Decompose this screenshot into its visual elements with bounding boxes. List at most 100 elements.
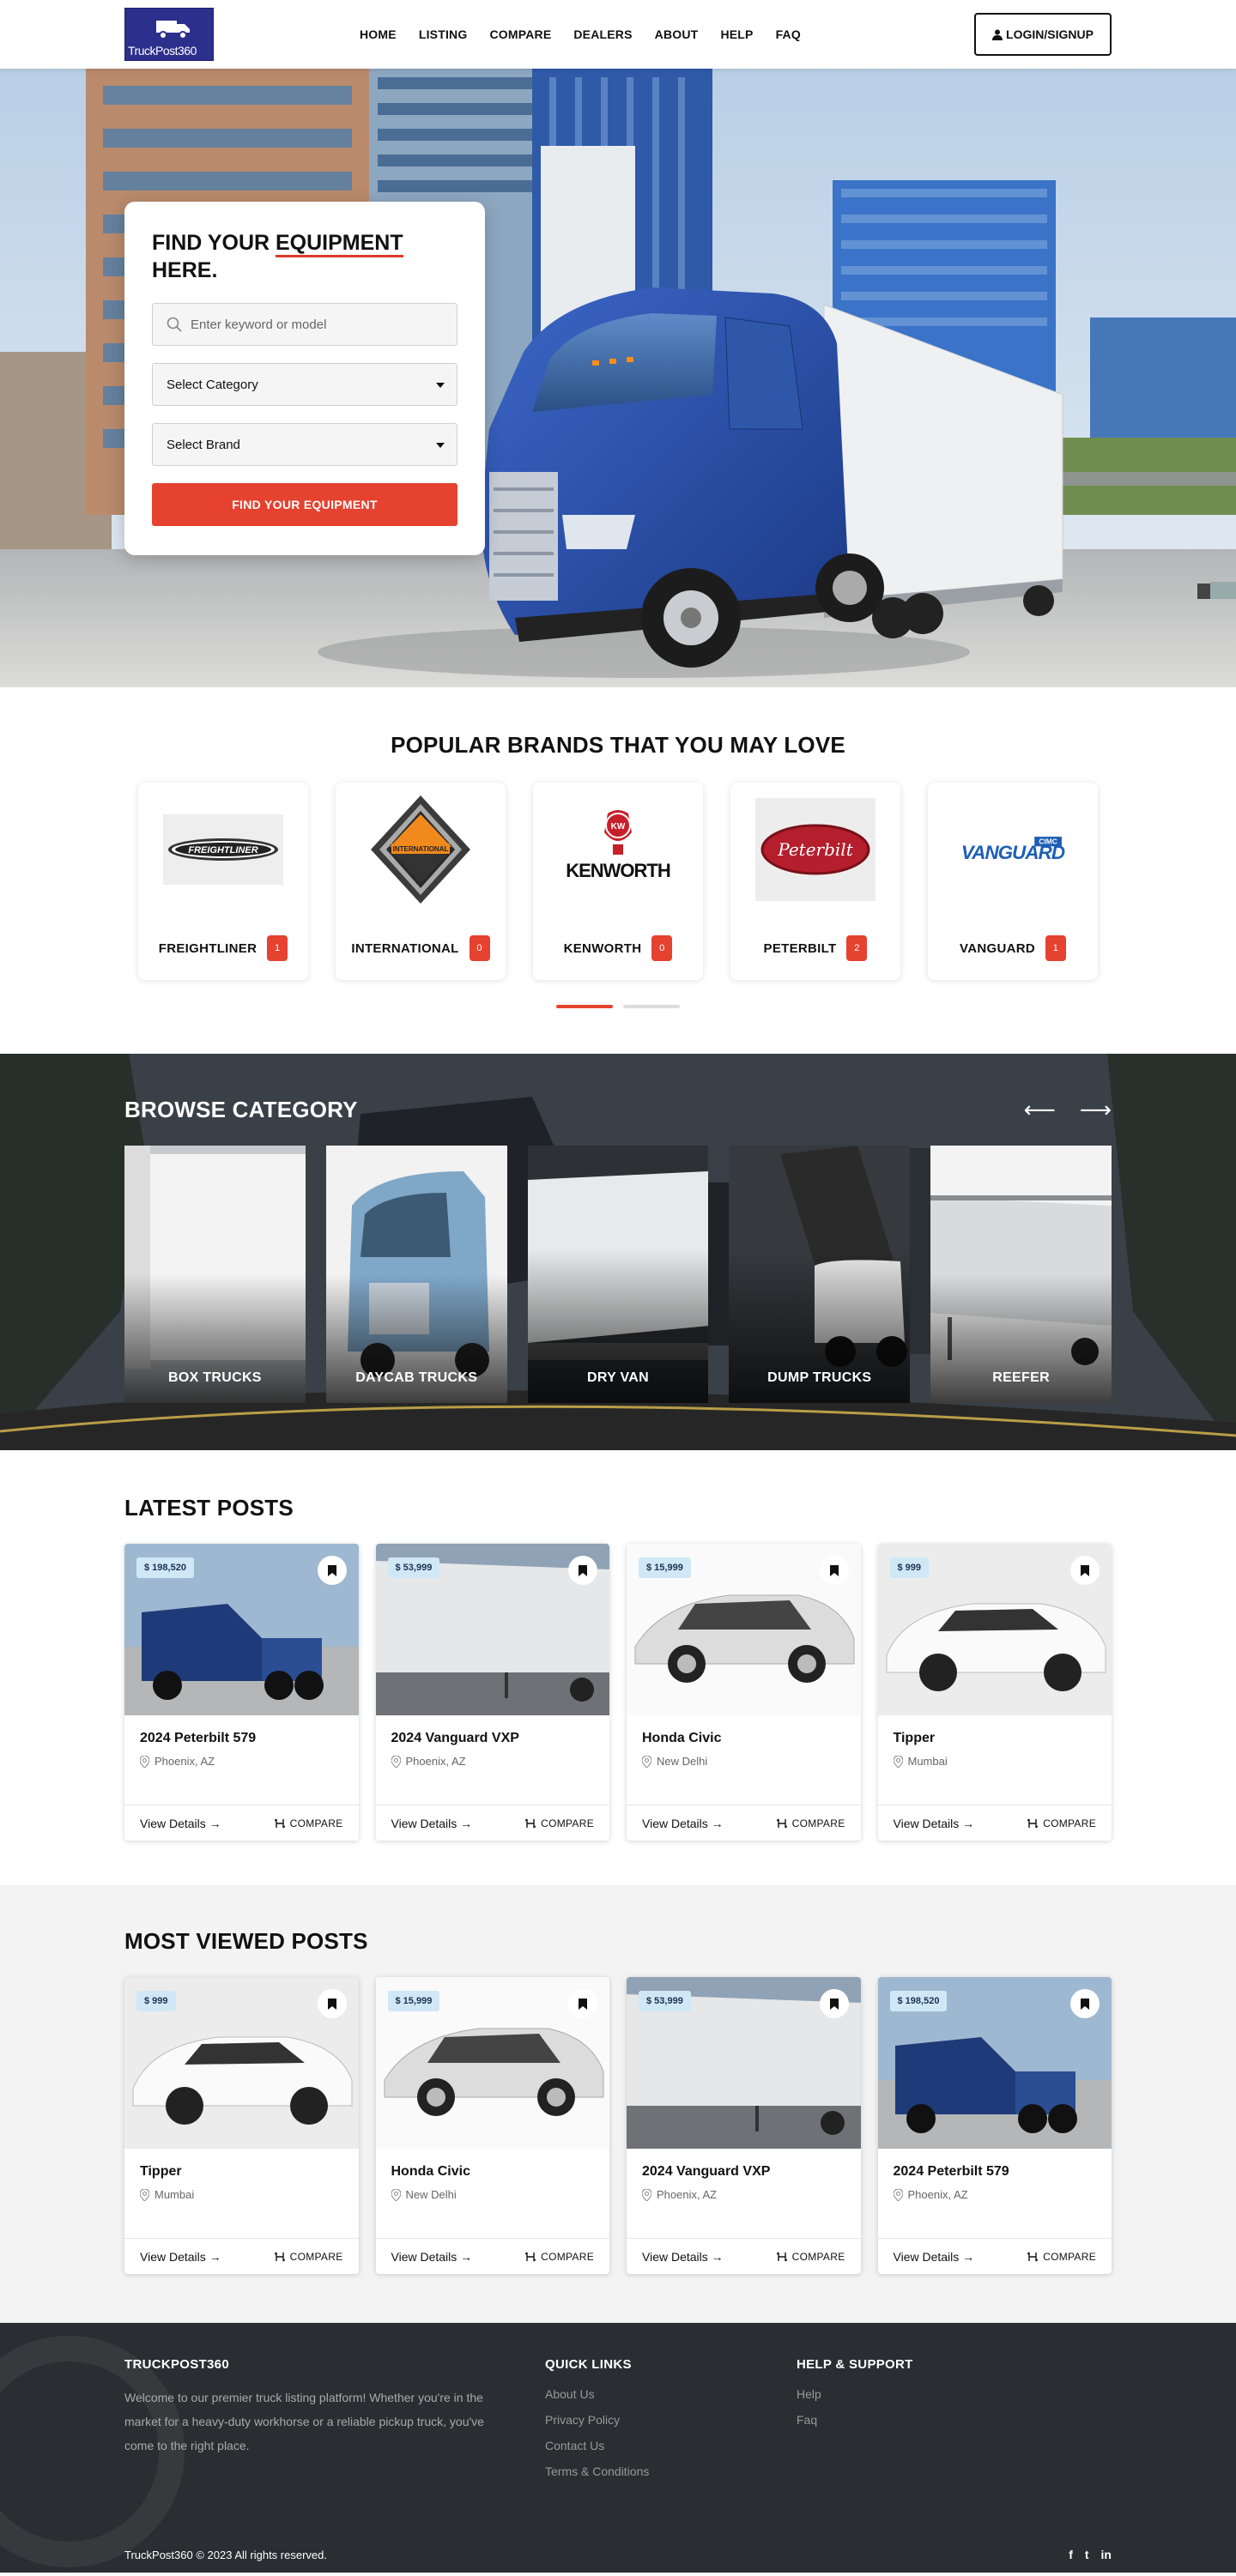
carousel-dot-active[interactable] (556, 1005, 613, 1008)
nav-home[interactable]: HOME (360, 27, 397, 41)
post-card[interactable]: $ 15,999 Honda Civic New Delhi View Deta… (627, 1544, 861, 1841)
popular-brands-section: POPULAR BRANDS THAT YOU MAY LOVE FREIGHT… (0, 687, 1236, 1054)
view-details-link[interactable]: View Details → (391, 2250, 473, 2264)
bookmark-icon[interactable] (819, 1989, 849, 2018)
brand-card-freightliner[interactable]: FREIGHTLINER FREIGHTLINER 1 (138, 783, 308, 980)
post-card[interactable]: $ 53,999 2024 Vanguard VXP Phoenix, AZ V… (375, 1544, 609, 1841)
brand-card-kenworth[interactable]: KW KENWORTH KENWORTH 0 (533, 783, 703, 980)
post-title[interactable]: 2024 Vanguard VXP (391, 1731, 595, 1746)
brand-count-badge: 1 (1045, 935, 1066, 961)
bookmark-icon[interactable] (317, 1989, 347, 2018)
nav-help[interactable]: HELP (720, 27, 753, 41)
post-title[interactable]: 2024 Peterbilt 579 (140, 1731, 343, 1746)
location-pin-icon (642, 1755, 651, 1768)
nav-compare[interactable]: COMPARE (489, 27, 551, 41)
category-select[interactable]: Select Category (152, 363, 457, 406)
bookmark-icon[interactable] (1070, 1556, 1100, 1585)
post-title[interactable]: Honda Civic (642, 1731, 845, 1746)
post-location: Mumbai (907, 1755, 948, 1768)
nav-faq[interactable]: FAQ (776, 27, 801, 41)
post-card[interactable]: $ 198,520 2024 Peterbilt 579 Phoenix, AZ… (877, 1977, 1112, 2274)
post-card[interactable]: $ 999 Tipper Mumbai View Details → COMPA… (877, 1544, 1112, 1841)
quick-links-title: QUICK LINKS (545, 2357, 632, 2372)
post-title[interactable]: Honda Civic (391, 2164, 595, 2180)
category-card-daycab-trucks[interactable]: DAYCAB TRUCKS (325, 1146, 507, 1403)
category-card-reefer[interactable]: REEFER (930, 1146, 1112, 1403)
bookmark-icon[interactable] (1070, 1989, 1100, 2018)
view-details-link[interactable]: View Details → (642, 2250, 724, 2264)
facebook-icon[interactable]: f (1069, 2548, 1073, 2561)
compare-icon (1027, 1818, 1039, 1828)
svg-text:FREIGHTLINER: FREIGHTLINER (188, 845, 258, 856)
arrow-right-icon[interactable]: ⟶ (1080, 1097, 1112, 1123)
nav-listing[interactable]: LISTING (419, 27, 468, 41)
post-title[interactable]: 2024 Vanguard VXP (642, 2164, 845, 2180)
location-pin-icon (391, 2188, 401, 2201)
view-details-link[interactable]: View Details → (642, 1817, 724, 1830)
price-badge: $ 15,999 (639, 1557, 691, 1578)
carousel-dot[interactable] (623, 1005, 680, 1008)
compare-button[interactable]: COMPARE (274, 2251, 343, 2263)
compare-icon (776, 1818, 787, 1828)
footer-link-help[interactable]: Help (797, 2387, 913, 2401)
svg-text:KW: KW (611, 822, 626, 831)
compare-button[interactable]: COMPARE (1027, 1817, 1096, 1829)
login-label: LOGIN/SIGNUP (1006, 27, 1094, 41)
truck-logo-icon (156, 21, 190, 39)
linkedin-icon[interactable]: in (1101, 2548, 1112, 2561)
category-card-dry-van[interactable]: DRY VAN (527, 1146, 709, 1403)
brand-select[interactable]: Select Brand (152, 423, 457, 466)
category-card-dump-trucks[interactable]: DUMP TRUCKS (729, 1146, 911, 1403)
view-details-link[interactable]: View Details → (894, 1817, 975, 1830)
post-title[interactable]: Tipper (894, 1731, 1097, 1746)
compare-label: COMPARE (541, 2250, 594, 2263)
category-label: BOX TRUCKS (168, 1370, 262, 1385)
compare-button[interactable]: COMPARE (776, 2251, 845, 2263)
finder-title: FIND YOUR EQUIPMENT HERE. (152, 229, 409, 284)
footer-link-about[interactable]: About Us (545, 2387, 797, 2401)
category-card-box-trucks[interactable]: BOX TRUCKS (124, 1146, 306, 1403)
copyright-text: TruckPost360 © 2023 All rights reserved. (124, 2548, 327, 2561)
brand-card-vanguard[interactable]: CIMC VANGUARD VANGUARD 1 (928, 783, 1098, 980)
bookmark-icon[interactable] (568, 1989, 597, 2018)
footer-link-contact[interactable]: Contact Us (545, 2439, 797, 2452)
nav-dealers[interactable]: DEALERS (573, 27, 632, 41)
category-label: DUMP TRUCKS (767, 1370, 872, 1385)
post-title[interactable]: 2024 Peterbilt 579 (894, 2164, 1097, 2180)
view-details-link[interactable]: View Details → (894, 2250, 975, 2264)
brand-card-international[interactable]: INTERNATIONAL INTERNATIONAL 0 (336, 783, 506, 980)
arrow-left-icon[interactable]: ⟵ (1023, 1097, 1055, 1123)
post-card[interactable]: $ 198,520 2024 Peterbilt 579 Phoenix, AZ… (124, 1544, 359, 1841)
post-card[interactable]: $ 15,999 Honda Civic New Delhi View Deta… (375, 1977, 609, 2274)
bookmark-icon[interactable] (819, 1556, 849, 1585)
compare-button[interactable]: COMPARE (525, 2251, 594, 2263)
compare-button[interactable]: COMPARE (274, 1817, 343, 1829)
bookmark-icon[interactable] (568, 1556, 597, 1585)
most-viewed-section: MOST VIEWED POSTS $ 999 Tipper Mumbai Vi… (0, 1885, 1236, 2323)
carousel-pagination (0, 1005, 1236, 1008)
footer-link-terms[interactable]: Terms & Conditions (545, 2464, 797, 2478)
finder-title-part2: HERE. (152, 258, 218, 282)
footer-link-privacy[interactable]: Privacy Policy (545, 2413, 797, 2427)
twitter-icon[interactable]: t (1085, 2548, 1089, 2561)
brand-name: INTERNATIONAL (351, 940, 459, 956)
site-logo[interactable]: TruckPost360 (124, 8, 214, 61)
compare-button[interactable]: COMPARE (525, 1817, 594, 1829)
login-signup-button[interactable]: LOGIN/SIGNUP (974, 13, 1112, 56)
compare-button[interactable]: COMPARE (1027, 2251, 1096, 2263)
post-card[interactable]: $ 999 Tipper Mumbai View Details → COMPA… (124, 1977, 359, 2274)
view-details-link[interactable]: View Details → (140, 1817, 221, 1830)
footer-link-faq[interactable]: Faq (797, 2413, 913, 2427)
search-input[interactable] (191, 317, 443, 332)
nav-about[interactable]: ABOUT (655, 27, 699, 41)
location-pin-icon (391, 1755, 401, 1768)
view-details-link[interactable]: View Details → (391, 1817, 473, 1830)
site-footer: TRUCKPOST360 Welcome to our premier truc… (0, 2323, 1236, 2573)
brand-card-peterbilt[interactable]: Peterbilt PETERBILT 2 (730, 783, 900, 980)
bookmark-icon[interactable] (317, 1556, 347, 1585)
find-equipment-button[interactable]: FIND YOUR EQUIPMENT (152, 483, 457, 526)
post-title[interactable]: Tipper (140, 2164, 343, 2180)
compare-button[interactable]: COMPARE (776, 1817, 845, 1829)
view-details-link[interactable]: View Details → (140, 2250, 221, 2264)
post-card[interactable]: $ 53,999 2024 Vanguard VXP Phoenix, AZ V… (627, 1977, 861, 2274)
